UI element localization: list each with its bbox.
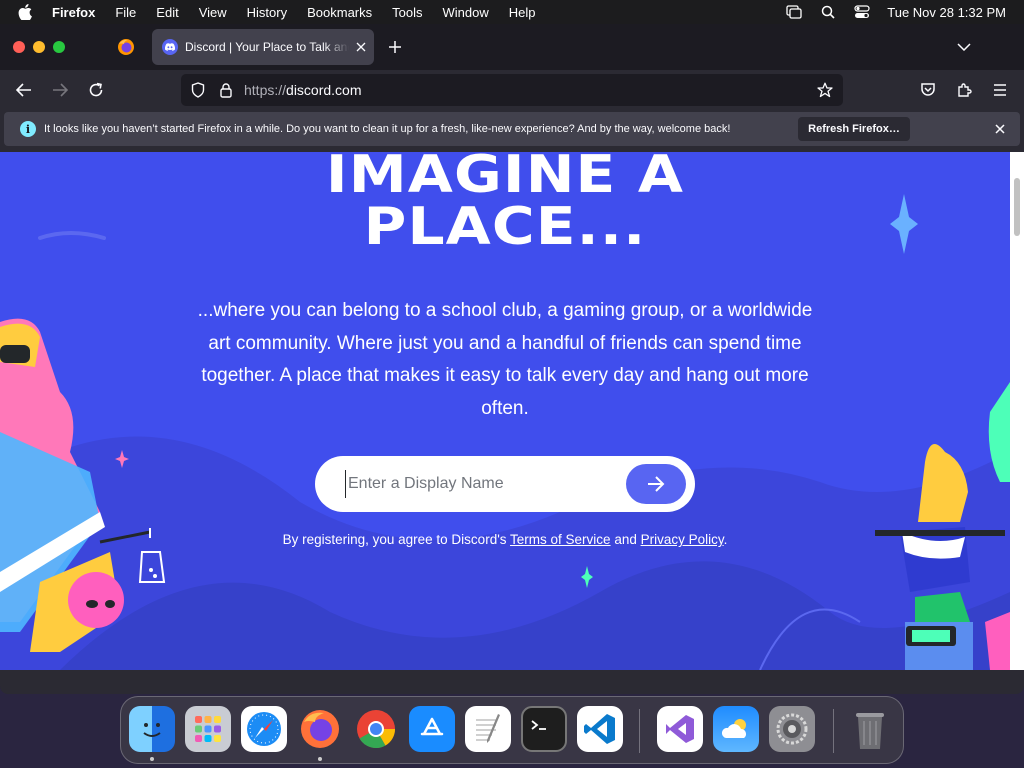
notification-text: It looks like you haven’t started Firefo… [44,123,731,135]
macos-menu-bar: Firefox File Edit View History Bookmarks… [0,0,1024,24]
dock-separator [833,709,834,753]
menu-tools[interactable]: Tools [392,5,422,20]
launchpad-icon[interactable] [185,706,231,752]
forward-arrow-icon[interactable] [48,78,72,102]
finder-running-indicator [150,757,154,761]
padlock-icon[interactable] [218,82,234,98]
bookmark-star-icon[interactable] [817,82,833,98]
url-text[interactable]: https://discord.com [244,82,362,98]
close-tab-icon[interactable] [353,39,369,55]
terminal-icon[interactable] [521,706,567,752]
finder-icon[interactable] [129,706,175,752]
new-tab-icon[interactable] [385,37,405,57]
display-name-input[interactable] [345,470,615,498]
refresh-firefox-button[interactable]: Refresh Firefox… [798,117,910,141]
trash-icon[interactable] [847,706,893,752]
scrollbar-thumb[interactable] [1014,178,1020,236]
minimize-window-button[interactable] [33,41,45,53]
address-bar[interactable]: https://discord.com [181,74,843,106]
firefox-view-icon[interactable] [116,37,136,57]
macos-dock [120,696,904,764]
firefox-dock-icon[interactable] [297,706,343,752]
menu-window[interactable]: Window [443,5,489,20]
textedit-icon[interactable] [465,706,511,752]
legal-suffix: . [723,532,728,547]
legal-prefix: By registering, you agree to Discord's [282,532,511,547]
menu-bar-clock[interactable]: Tue Nov 28 1:32 PM [887,5,1006,20]
firefox-running-indicator [318,757,322,761]
list-all-tabs-icon[interactable] [954,37,974,57]
arrow-right-icon [648,476,665,492]
back-arrow-icon[interactable] [12,78,36,102]
menu-view[interactable]: View [199,5,227,20]
menu-file[interactable]: File [115,5,136,20]
display-name-form [315,456,695,512]
menu-help[interactable]: Help [509,5,536,20]
chrome-icon[interactable] [353,706,399,752]
tab-bar: Discord | Your Place to Talk and Hang Ou… [0,24,1024,70]
apple-menu-icon[interactable] [18,4,38,20]
vscode-icon[interactable] [577,706,623,752]
close-window-button[interactable] [13,41,25,53]
refresh-firefox-notification: i It looks like you haven’t started Fire… [4,112,1020,146]
hero-description: ...where you can belong to a school club… [197,300,813,419]
app-store-icon[interactable] [409,706,455,752]
pocket-icon[interactable] [916,78,940,102]
tab-discord[interactable]: Discord | Your Place to Talk and Hang Ou… [152,29,374,65]
weather-icon[interactable] [713,706,759,752]
spotlight-search-icon[interactable] [819,3,837,21]
control-center-icon[interactable] [853,3,871,21]
discord-favicon-icon [162,39,178,55]
hero-title: IMAGINE A PLACE... [0,152,1010,253]
visual-studio-icon[interactable] [657,706,703,752]
tab-title: Discord | Your Place to Talk and Hang Ou… [185,40,349,54]
reload-icon[interactable] [84,78,108,102]
privacy-policy-link[interactable]: Privacy Policy [641,532,724,547]
system-settings-icon[interactable] [769,706,815,752]
url-host: discord.com [286,82,362,98]
url-protocol: https:// [244,82,287,98]
close-notification-icon[interactable] [992,121,1008,137]
safari-icon[interactable] [241,706,287,752]
terms-of-service-link[interactable]: Terms of Service [510,532,611,547]
menu-app-firefox[interactable]: Firefox [52,5,95,20]
fullscreen-window-button[interactable] [53,41,65,53]
info-icon: i [20,121,36,137]
extensions-puzzle-icon[interactable] [952,78,976,102]
hero-title-line-1: IMAGINE A [325,152,685,205]
legal-notice: By registering, you agree to Discord's T… [0,532,1010,547]
screen-mirroring-icon[interactable] [785,3,803,21]
menu-bookmarks[interactable]: Bookmarks [307,5,372,20]
page-scrollbar[interactable] [1010,152,1024,670]
hamburger-menu-icon[interactable] [988,78,1012,102]
navigation-toolbar: https://discord.com [0,70,1024,110]
legal-and: and [610,532,641,547]
tracking-protection-shield-icon[interactable] [190,82,206,98]
menu-edit[interactable]: Edit [156,5,178,20]
dock-separator [639,709,640,753]
hero-title-line-2: PLACE... [363,197,647,257]
submit-arrow-button[interactable] [626,464,686,504]
discord-hero-section: IMAGINE A PLACE... ...where you can belo… [0,152,1010,670]
menu-history[interactable]: History [247,5,287,20]
